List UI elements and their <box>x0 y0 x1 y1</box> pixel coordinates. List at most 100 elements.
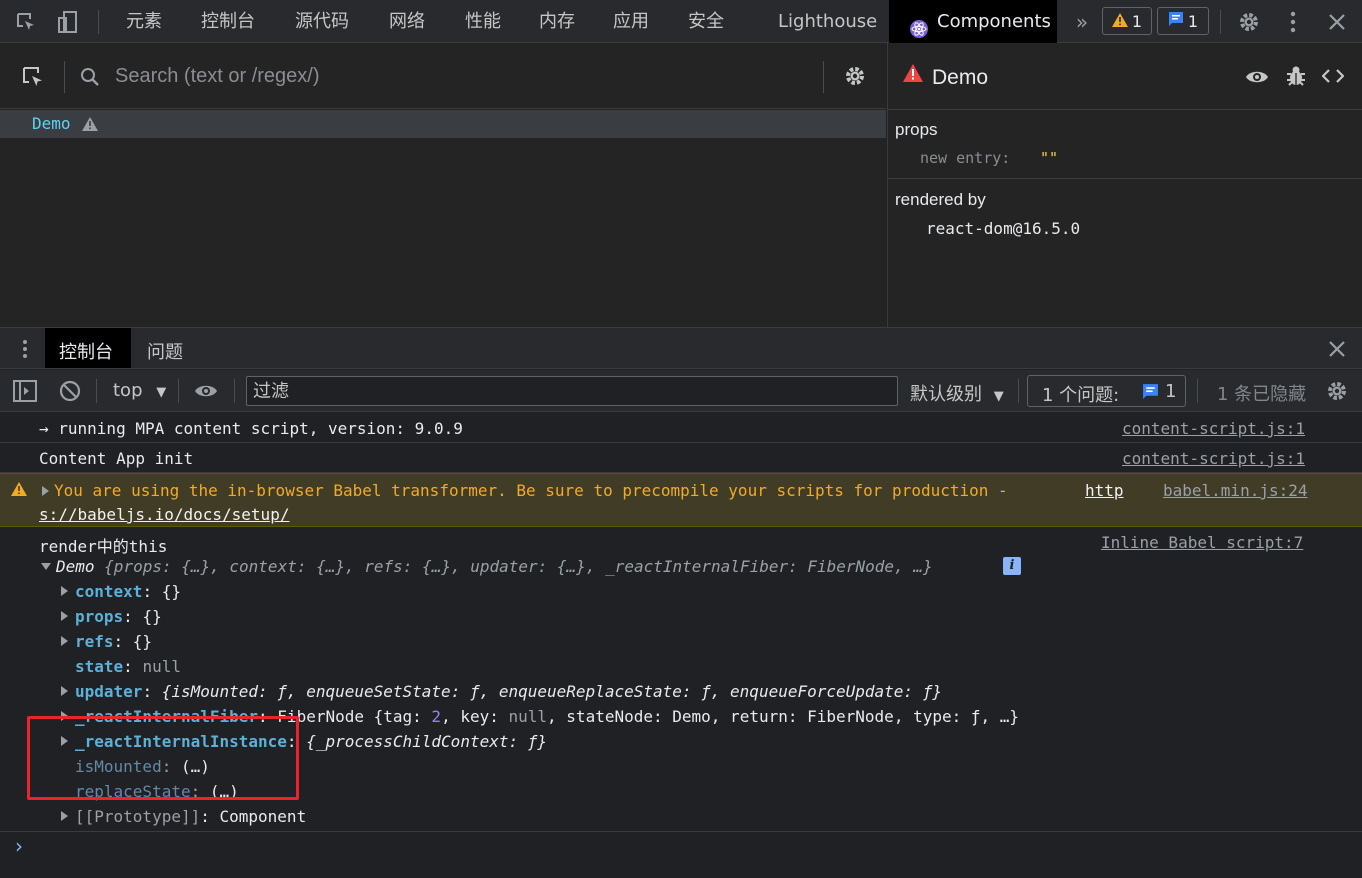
device-toolbar-icon[interactable] <box>56 9 80 35</box>
select-element-icon[interactable] <box>20 64 46 90</box>
kebab-menu-icon[interactable] <box>1283 10 1303 34</box>
property-row[interactable]: updater: {isMounted: ƒ, enqueueSetState:… <box>75 682 942 701</box>
tree-item-demo[interactable]: Demo <box>0 110 886 138</box>
tab-security[interactable]: 安全 <box>688 0 724 43</box>
warning-icon <box>1111 12 1128 31</box>
tab-performance[interactable]: 性能 <box>465 0 501 43</box>
expand-triangle-icon[interactable] <box>61 811 68 821</box>
settings-gear-icon[interactable] <box>1237 10 1261 34</box>
tab-components-label: Components <box>937 11 1051 32</box>
info-icon[interactable]: i <box>1003 557 1021 575</box>
eye-icon[interactable] <box>1244 65 1270 89</box>
console-settings-gear-icon[interactable] <box>1325 379 1349 403</box>
prop-key[interactable]: new entry: <box>920 149 1010 167</box>
drawer-tab-issues[interactable]: 问题 <box>147 338 183 364</box>
collapse-triangle-icon[interactable] <box>41 563 51 570</box>
error-icon <box>903 64 923 86</box>
context-selector-value: top <box>113 380 143 401</box>
bug-icon[interactable] <box>1284 63 1308 89</box>
dropdown-caret-icon: ▼ <box>156 385 167 400</box>
property-row[interactable]: context: {} <box>75 582 181 601</box>
react-icon <box>909 12 929 38</box>
drawer-tabbar: 控制台 问题 <box>0 327 1362 369</box>
expand-triangle-icon[interactable] <box>61 586 68 596</box>
warning-icon <box>82 117 98 135</box>
expand-triangle-icon[interactable] <box>61 636 68 646</box>
tab-components[interactable]: Components <box>889 0 1057 43</box>
close-devtools-icon[interactable] <box>1326 11 1348 33</box>
more-tabs-icon[interactable]: » <box>1070 10 1094 34</box>
console-warning-message: You are using the in-browser Babel trans… <box>0 473 1362 527</box>
tab-lighthouse[interactable]: Lighthouse <box>778 0 877 43</box>
drawer-menu-icon[interactable] <box>18 337 32 361</box>
warning-link[interactable]: http <box>1085 481 1124 500</box>
tab-application[interactable]: 应用 <box>613 0 649 43</box>
console-prompt-icon[interactable]: › <box>15 834 23 858</box>
warning-link-cont[interactable]: s://babeljs.io/docs/setup/ <box>39 505 289 524</box>
source-link[interactable]: Inline Babel script:7 <box>1101 533 1303 552</box>
message-text: Content App init <box>39 449 194 468</box>
message-icon <box>1168 11 1184 31</box>
search-icon <box>78 65 102 89</box>
renderer-name: react-dom@16.5.0 <box>926 219 1081 238</box>
log-level-value: 默认级别 <box>910 384 982 405</box>
tab-console[interactable]: 控制台 <box>201 0 255 43</box>
console-message: → running MPA content script, version: 9… <box>0 412 1362 443</box>
issues-button[interactable]: 1 个问题: 1 <box>1027 375 1186 407</box>
warning-count: 1 <box>1131 11 1143 31</box>
issues-count: 1 <box>1165 381 1177 402</box>
inspect-element-icon[interactable] <box>14 10 38 34</box>
source-link[interactable]: content-script.js:1 <box>1122 449 1305 468</box>
tab-elements[interactable]: 元素 <box>126 0 162 43</box>
props-heading: props <box>895 120 938 139</box>
context-selector[interactable]: top ▼ <box>113 380 166 401</box>
close-drawer-icon[interactable] <box>1326 338 1348 360</box>
components-tree-panel: Demo <box>0 43 886 327</box>
live-expression-eye-icon[interactable] <box>193 381 219 401</box>
warning-text: You are using the in-browser Babel trans… <box>54 481 1008 500</box>
console-message: render中的this Inline Babel script:7 Demo … <box>0 527 1362 832</box>
hidden-messages-count: 1 条已隐藏 <box>1217 384 1307 405</box>
drawer-tab-console[interactable]: 控制台 <box>45 328 131 368</box>
warning-badge[interactable]: 1 <box>1102 7 1152 35</box>
clear-console-icon[interactable] <box>58 379 82 403</box>
devtools-tabbar: 元素 控制台 源代码 网络 性能 内存 应用 安全 Lighthouse Com… <box>0 0 1362 43</box>
object-summary[interactable]: Demo {props: {…}, context: {…}, refs: {…… <box>56 557 933 576</box>
tree-item-label: Demo <box>32 114 71 133</box>
inspector-title: Demo <box>932 66 989 89</box>
expand-triangle-icon[interactable] <box>61 611 68 621</box>
components-search-bar <box>0 43 886 109</box>
view-source-icon[interactable] <box>1320 65 1346 87</box>
tab-memory[interactable]: 内存 <box>539 0 575 43</box>
components-settings-gear-icon[interactable] <box>843 64 867 88</box>
tab-sources[interactable]: 源代码 <box>295 0 349 43</box>
sidebar-toggle-icon[interactable] <box>12 379 38 403</box>
info-count: 1 <box>1187 11 1199 31</box>
component-search-input[interactable] <box>115 61 815 91</box>
rendered-by-heading: rendered by <box>895 190 986 209</box>
expand-triangle-icon[interactable] <box>42 486 49 496</box>
expand-triangle-icon[interactable] <box>61 686 68 696</box>
property-row[interactable]: [[Prototype]]: Component <box>75 807 306 826</box>
log-level-selector[interactable]: 默认级别 ▼ <box>910 380 1004 406</box>
message-icon <box>1142 383 1159 404</box>
property-row[interactable]: refs: {} <box>75 632 152 651</box>
message-text: → running MPA content script, version: 9… <box>39 419 463 438</box>
source-link[interactable]: content-script.js:1 <box>1122 419 1305 438</box>
source-link[interactable]: babel.min.js:24 <box>1163 481 1308 500</box>
property-row[interactable]: state: null <box>75 657 181 676</box>
component-inspector-panel: Demo props new entry: "" rendered by rea… <box>887 43 1362 327</box>
info-badge[interactable]: 1 <box>1157 7 1209 35</box>
highlight-box <box>27 716 299 800</box>
warning-icon <box>11 482 27 500</box>
prop-value[interactable]: "" <box>1040 149 1058 167</box>
dropdown-caret-icon: ▼ <box>993 389 1004 404</box>
tab-network[interactable]: 网络 <box>389 0 425 43</box>
console-messages: → running MPA content script, version: 9… <box>0 412 1362 878</box>
console-toolbar: top ▼ 默认级别 ▼ 1 个问题: 1 1 条已隐藏 <box>0 370 1362 412</box>
drawer-tab-console-label: 控制台 <box>59 342 113 363</box>
console-message: Content App init content-script.js:1 <box>0 443 1362 473</box>
issues-label: 1 个问题: <box>1042 385 1120 406</box>
console-filter-input[interactable] <box>246 376 898 406</box>
property-row[interactable]: props: {} <box>75 607 162 626</box>
